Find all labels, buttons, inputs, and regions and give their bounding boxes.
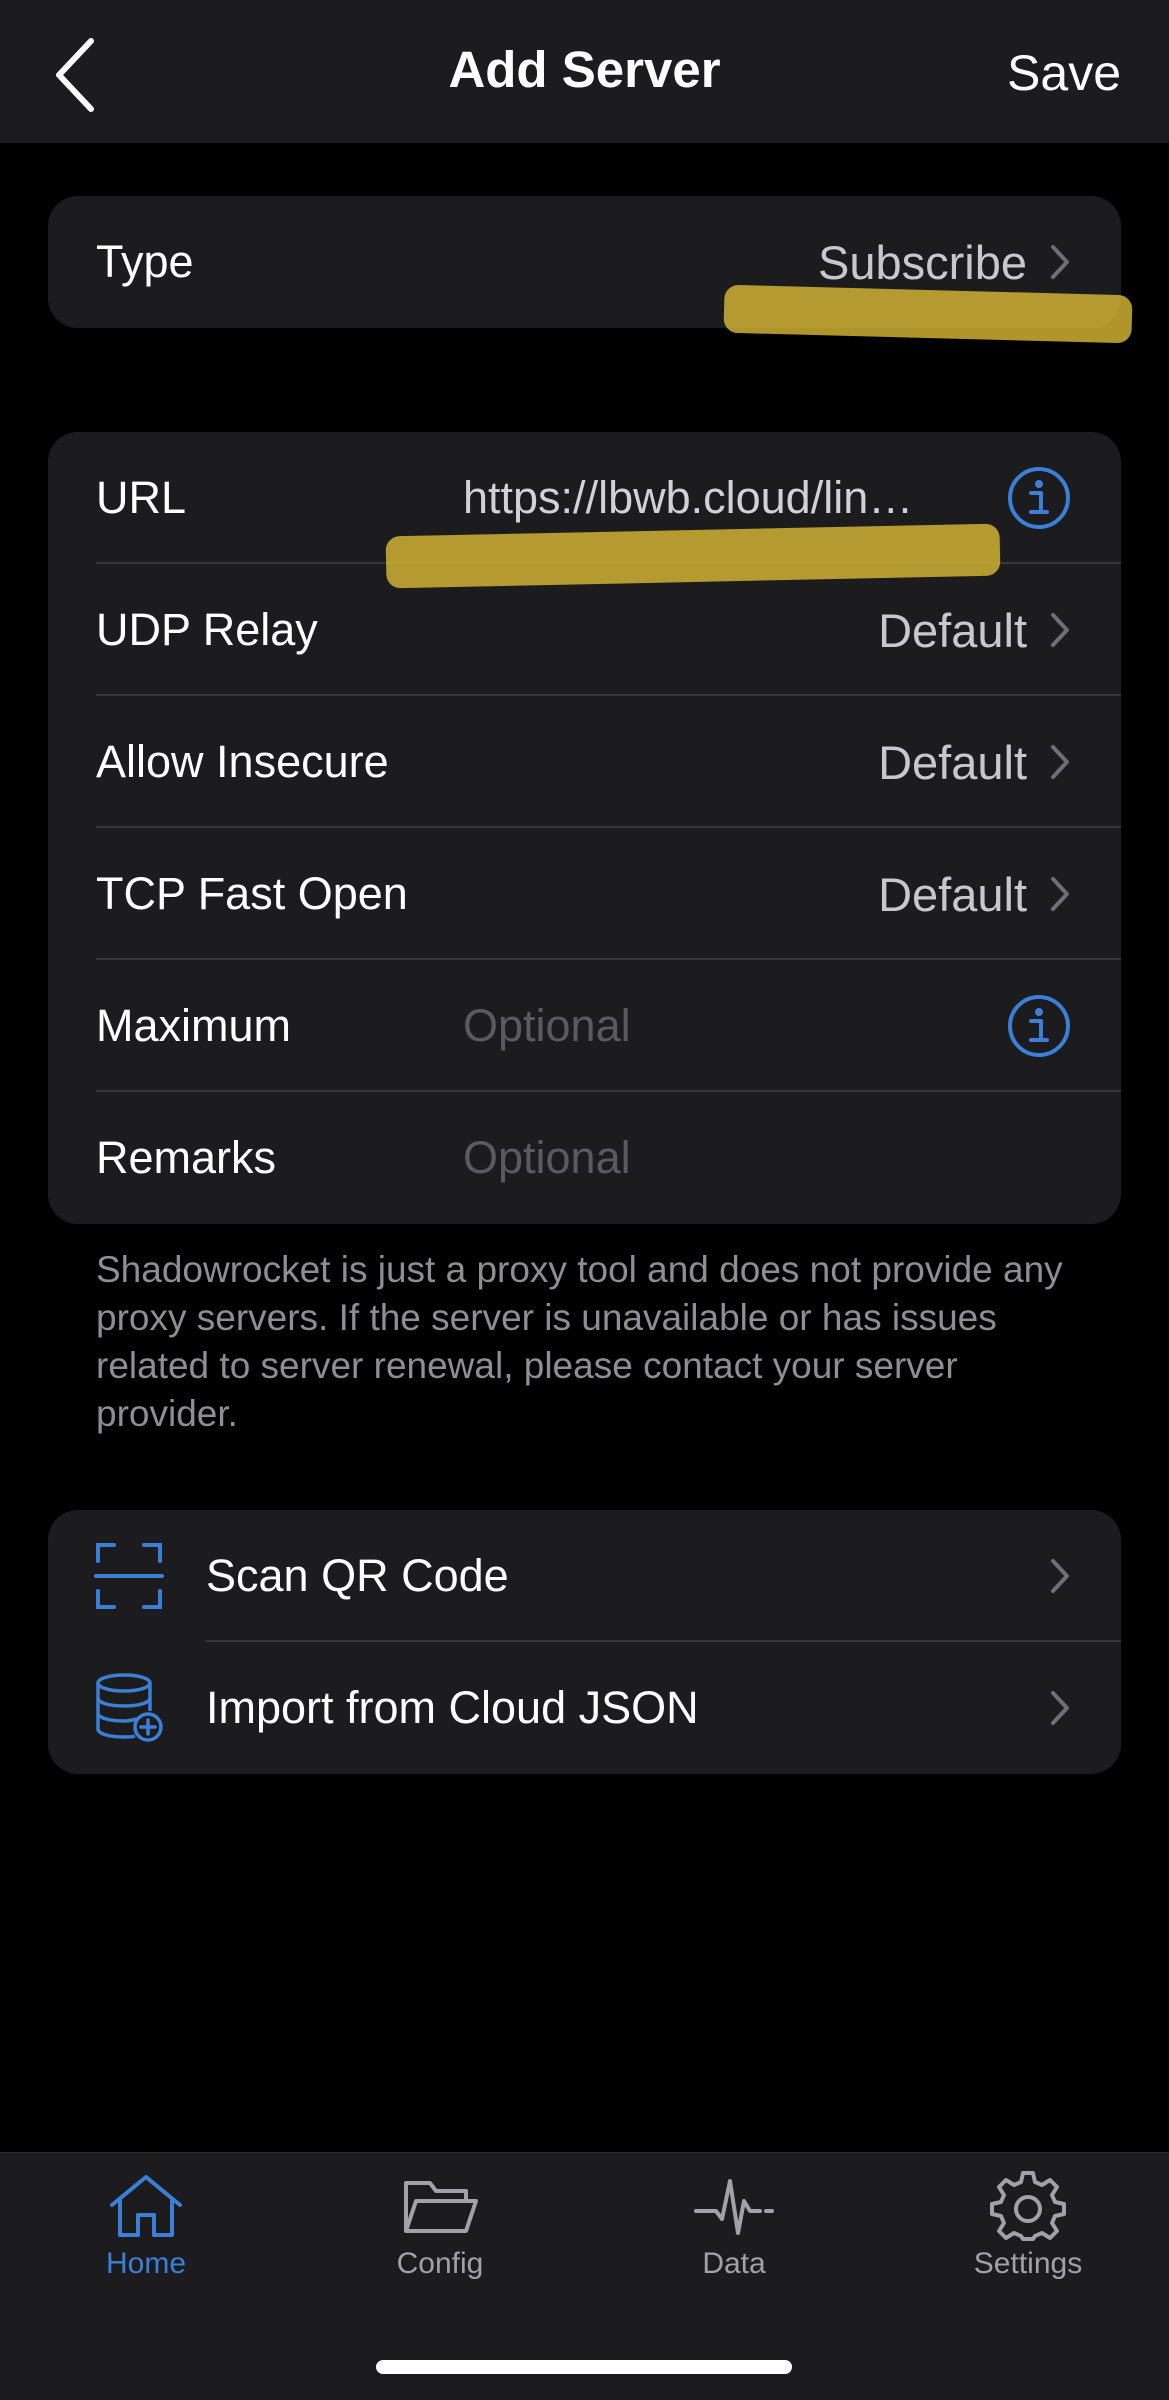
pulse-icon	[694, 2179, 774, 2235]
udp-relay-label: UDP Relay	[96, 604, 318, 655]
allow-insecure-label: Allow Insecure	[96, 736, 389, 787]
import-cloud-label: Import from Cloud JSON	[206, 1682, 699, 1733]
folder-icon	[404, 2181, 478, 2233]
database-add-icon	[96, 1673, 163, 1742]
tab-data-label: Data	[702, 2247, 766, 2280]
allow-insecure-value: Default	[878, 735, 1027, 789]
type-value: Subscribe	[818, 235, 1027, 289]
maximum-label: Maximum	[96, 1000, 292, 1051]
home-indicator	[376, 2360, 792, 2374]
import-actions-card: Scan QR Code Import from Cloud JSON	[48, 1510, 1121, 1774]
tab-settings[interactable]: Settings	[928, 2171, 1128, 2281]
chevron-right-icon	[1047, 610, 1073, 650]
tab-home[interactable]: Home	[46, 2171, 246, 2281]
maximum-row: Maximum Optional	[48, 960, 1121, 1092]
allow-insecure-row[interactable]: Allow Insecure Default	[48, 696, 1121, 828]
add-server-screen: Add Server Save Type Subscribe URL https…	[0, 0, 1169, 2400]
tcp-fast-open-label: TCP Fast Open	[96, 868, 408, 919]
url-field[interactable]: https://lbwb.cloud/lin…	[463, 472, 913, 524]
remarks-label: Remarks	[96, 1132, 277, 1183]
info-icon[interactable]	[1007, 994, 1071, 1058]
chevron-right-icon	[1047, 1688, 1073, 1728]
import-cloud-row[interactable]: Import from Cloud JSON	[48, 1642, 1121, 1774]
tab-config-label: Config	[396, 2247, 484, 2280]
remarks-input[interactable]: Optional	[463, 1132, 631, 1184]
home-icon	[110, 2175, 182, 2237]
scan-qr-label: Scan QR Code	[206, 1550, 509, 1601]
qr-scan-icon	[94, 1543, 164, 1609]
disclaimer-text: Shadowrocket is just a proxy tool and do…	[96, 1249, 1063, 1434]
navigation-bar: Add Server Save	[0, 0, 1169, 143]
info-icon[interactable]	[1007, 466, 1071, 530]
udp-relay-value: Default	[878, 603, 1027, 657]
chevron-right-icon	[1047, 1556, 1073, 1596]
tcp-fast-open-value: Default	[878, 867, 1027, 921]
save-button[interactable]: Save	[1007, 44, 1121, 102]
tab-home-label: Home	[105, 2247, 187, 2280]
chevron-right-icon	[1047, 242, 1073, 282]
maximum-input[interactable]: Optional	[463, 1000, 631, 1052]
chevron-right-icon	[1047, 874, 1073, 914]
type-highlight-mark	[723, 284, 1133, 344]
tcp-fast-open-row[interactable]: TCP Fast Open Default	[48, 828, 1121, 960]
url-label: URL	[96, 472, 187, 523]
page-title: Add Server	[448, 41, 721, 98]
remarks-row: Remarks Optional	[48, 1092, 1121, 1224]
tab-data[interactable]: Data	[634, 2171, 834, 2281]
tab-settings-label: Settings	[973, 2247, 1083, 2280]
gear-icon	[990, 2171, 1066, 2241]
type-label: Type	[96, 236, 194, 287]
chevron-right-icon	[1047, 742, 1073, 782]
tab-config[interactable]: Config	[340, 2171, 540, 2281]
scan-qr-row[interactable]: Scan QR Code	[48, 1510, 1121, 1642]
